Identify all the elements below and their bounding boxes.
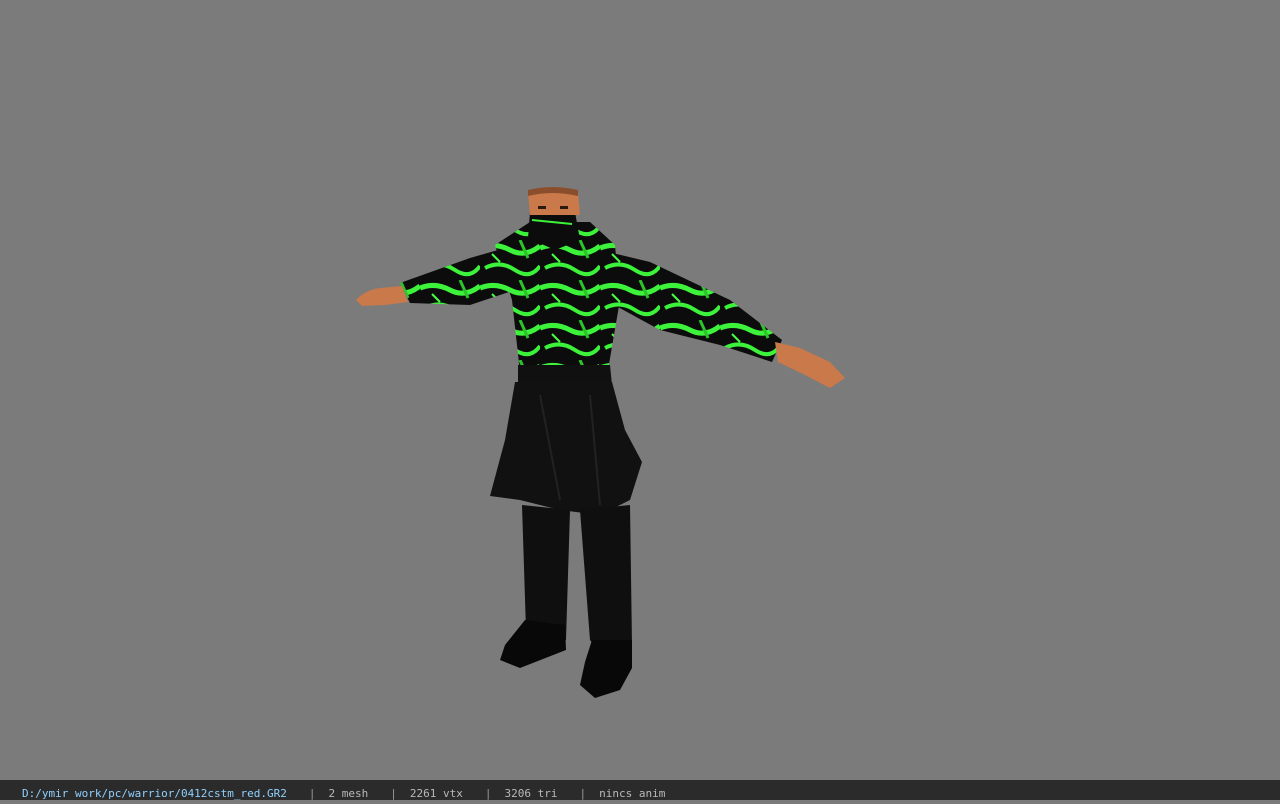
right-boot: [580, 640, 632, 698]
separator: |: [484, 787, 492, 800]
right-hand: [775, 342, 845, 388]
separator: |: [308, 787, 316, 800]
triangle-count: 3206 tri: [504, 787, 558, 800]
mesh-count: 2 mesh: [328, 787, 369, 800]
character-model: [356, 187, 845, 698]
separator: |: [390, 787, 397, 800]
tunic: [490, 382, 642, 515]
left-hand: [356, 286, 408, 306]
vertex-count: 2261 vtx: [409, 787, 463, 800]
left-boot: [500, 620, 566, 668]
separator: |: [579, 787, 587, 800]
3d-viewport[interactable]: [0, 0, 1280, 780]
status-bar: D:/ymir work/pc/warrior/0412cstm_red.GR2…: [0, 780, 1280, 800]
right-leg: [580, 505, 632, 660]
animation-status: nincs anim: [599, 787, 666, 800]
right-sleeve: [600, 250, 782, 362]
model-path: D:/ymir work/pc/warrior/0412cstm_red.GR2: [22, 787, 287, 800]
left-sleeve: [400, 248, 515, 305]
